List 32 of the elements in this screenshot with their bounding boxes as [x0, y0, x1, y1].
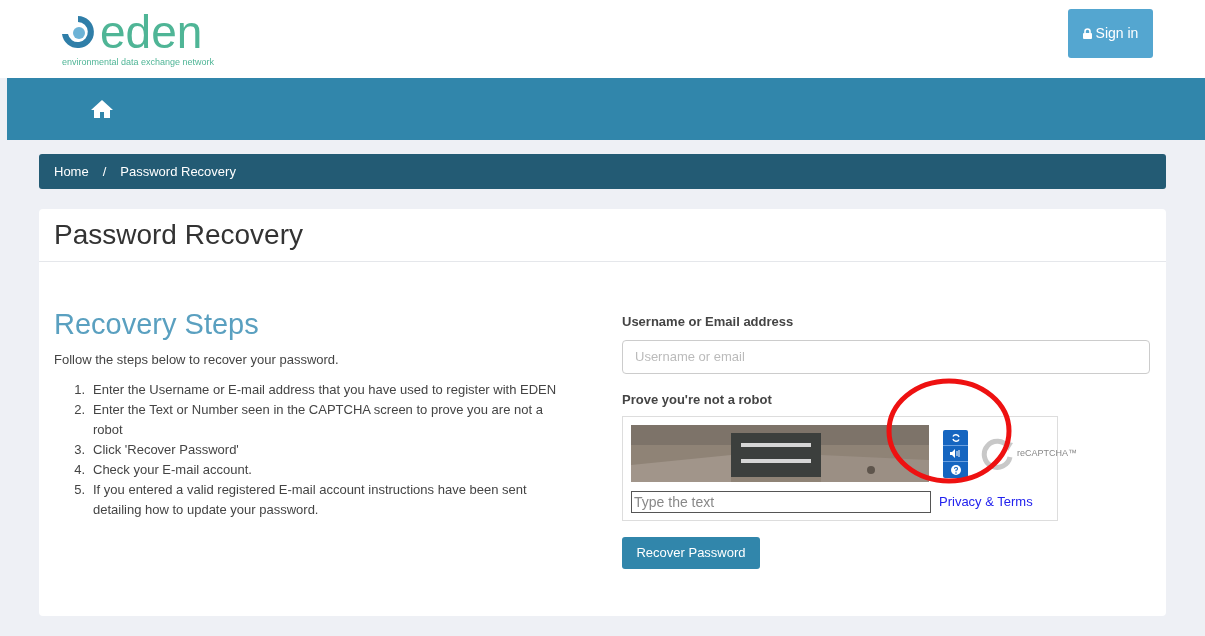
step-text: Click 'Recover Password' — [93, 440, 240, 459]
step-text: Enter the Username or E-mail address that you have used to register with EDEN — [93, 380, 558, 399]
breadcrumb-separator: / — [102, 162, 107, 181]
step-number: 2. — [73, 400, 86, 419]
audio-icon[interactable] — [943, 446, 968, 462]
captcha-answer-field[interactable]: Type the text — [631, 491, 931, 513]
intro-text: Follow the steps below to recover your password. — [54, 351, 340, 369]
step-number: 3. — [73, 440, 86, 459]
home-icon[interactable] — [90, 99, 114, 119]
help-icon[interactable] — [943, 462, 968, 478]
step-text: Enter the Text or Number seen in the CAPTCHA screen to prove you are not a robot — [93, 400, 544, 439]
recaptcha-brand: reCAPTCHA™ — [1017, 447, 1077, 461]
lock-icon — [1082, 28, 1092, 39]
refresh-icon[interactable] — [943, 430, 968, 446]
breadcrumb-link[interactable]: Home — [54, 161, 89, 182]
field-label: Username or Email address — [622, 313, 795, 331]
recaptcha-logo-icon — [980, 437, 1014, 471]
privacy-terms-link[interactable]: Privacy & Terms — [939, 492, 1077, 512]
logo-wordmark: eden — [100, 10, 203, 54]
field-label: Prove you're not a robot — [622, 390, 773, 409]
step-number: 1. — [73, 380, 86, 399]
step-text: Check your E-mail account. — [93, 460, 253, 479]
step-number: 5. — [73, 480, 86, 499]
recover-password-button[interactable]: Recover Password — [622, 537, 760, 569]
breadcrumb-link[interactable]: Password Recovery — [120, 161, 236, 182]
step-number: 4. — [73, 460, 86, 479]
section-heading: Recovery Steps — [54, 307, 260, 342]
step-text: If you entered a valid registered E-mail account instructions have been sent detailing how to update your password. — [93, 480, 528, 519]
username-field[interactable]: Username or email — [622, 339, 1150, 374]
logo-tagline: environmental data exchange network — [62, 56, 215, 69]
logo-icon — [60, 14, 96, 50]
page-title: Password Recovery — [54, 218, 303, 252]
